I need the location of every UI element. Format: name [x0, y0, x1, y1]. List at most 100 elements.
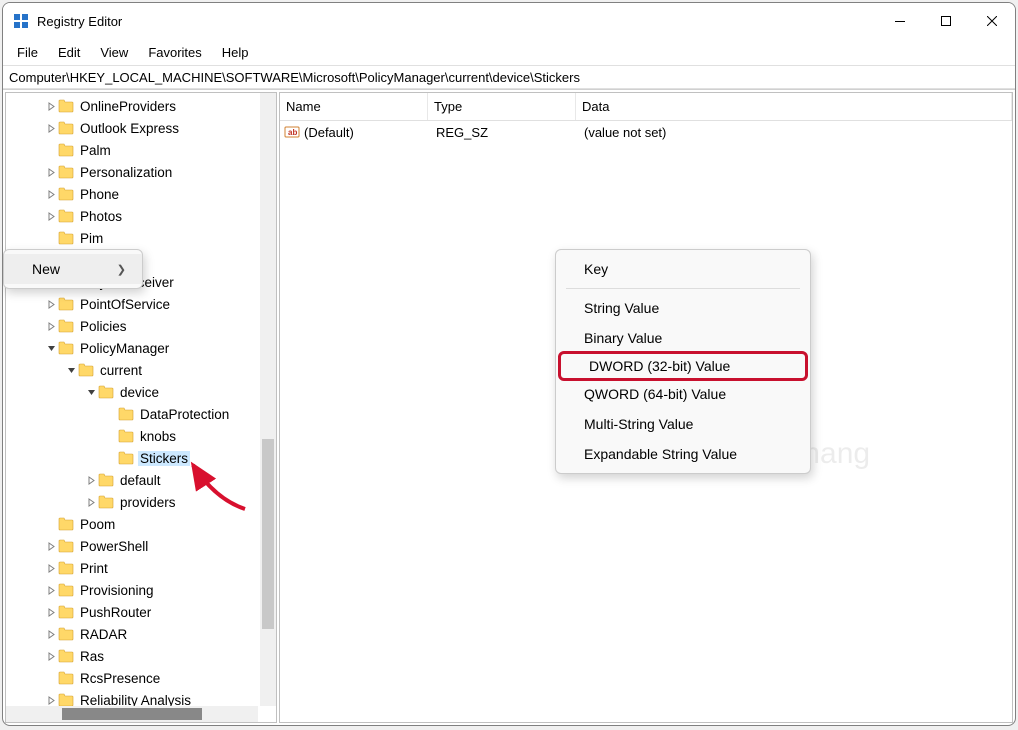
tree-node[interactable]: providers — [6, 491, 272, 513]
tree-node[interactable]: Pim — [6, 227, 272, 249]
tree-node[interactable]: default — [6, 469, 272, 491]
tree-node[interactable]: current — [6, 359, 272, 381]
tree-node[interactable]: Phone — [6, 183, 272, 205]
expand-icon[interactable] — [44, 539, 58, 553]
expand-icon[interactable] — [44, 583, 58, 597]
tree-node-label: DataProtection — [138, 407, 231, 422]
tree-node[interactable]: PowerShell — [6, 535, 272, 557]
tree-node[interactable]: Personalization — [6, 161, 272, 183]
tree-node[interactable]: Outlook Express — [6, 117, 272, 139]
value-type: REG_SZ — [430, 125, 578, 140]
expand-icon[interactable] — [44, 187, 58, 201]
folder-icon — [118, 451, 134, 465]
tree-node-label: Policies — [78, 319, 129, 334]
expand-icon[interactable] — [44, 319, 58, 333]
tree-node-label: Photos — [78, 209, 124, 224]
column-data[interactable]: Data — [576, 93, 1012, 120]
ctx-new[interactable]: New ❯ — [4, 254, 142, 284]
folder-icon — [78, 363, 94, 377]
expand-icon[interactable] — [84, 473, 98, 487]
maximize-icon — [941, 16, 951, 26]
ctx-key[interactable]: Key — [556, 254, 810, 284]
ctx-binary-value[interactable]: Binary Value — [556, 323, 810, 353]
folder-icon — [58, 561, 74, 575]
column-name[interactable]: Name — [280, 93, 428, 120]
expand-icon[interactable] — [44, 693, 58, 707]
close-button[interactable] — [969, 3, 1015, 39]
tree-node-label: Personalization — [78, 165, 174, 180]
collapse-icon[interactable] — [64, 363, 78, 377]
tree-node[interactable]: Palm — [6, 139, 272, 161]
menu-file[interactable]: File — [7, 41, 48, 64]
expand-icon[interactable] — [44, 209, 58, 223]
tree-node[interactable]: DataProtection — [6, 403, 272, 425]
column-type[interactable]: Type — [428, 93, 576, 120]
folder-icon — [58, 231, 74, 245]
expand-icon[interactable] — [44, 627, 58, 641]
menu-view[interactable]: View — [90, 41, 138, 64]
tree-node[interactable]: PushRouter — [6, 601, 272, 623]
ctx-dword-value[interactable]: DWORD (32-bit) Value — [558, 351, 808, 381]
tree-vscrollbar[interactable] — [260, 93, 276, 706]
expand-icon[interactable] — [44, 649, 58, 663]
tree-node[interactable]: Print — [6, 557, 272, 579]
folder-icon — [58, 693, 74, 707]
maximize-button[interactable] — [923, 3, 969, 39]
minimize-icon — [895, 21, 905, 22]
folder-icon — [118, 407, 134, 421]
tree-node[interactable]: PointOfService — [6, 293, 272, 315]
ctx-string-label: String Value — [584, 300, 659, 316]
window-controls — [877, 3, 1015, 39]
tree-scroll[interactable]: OnlineProvidersOutlook ExpressPalm Person… — [6, 93, 276, 722]
tree-vscroll-thumb[interactable] — [262, 439, 274, 629]
tree-node-label: RcsPresence — [78, 671, 162, 686]
tree-node[interactable]: Policies — [6, 315, 272, 337]
tree-node-label: PushRouter — [78, 605, 153, 620]
tree-node-label: device — [118, 385, 161, 400]
collapse-icon[interactable] — [84, 385, 98, 399]
tree-node[interactable]: PolicyManager — [6, 337, 272, 359]
expand-icon[interactable] — [44, 561, 58, 575]
address-bar[interactable]: Computer\HKEY_LOCAL_MACHINE\SOFTWARE\Mic… — [3, 65, 1015, 89]
expand-icon[interactable] — [44, 99, 58, 113]
ctx-new-label: New — [32, 261, 60, 277]
expand-icon[interactable] — [44, 605, 58, 619]
expand-icon[interactable] — [44, 297, 58, 311]
tree-node[interactable]: Stickers — [6, 447, 272, 469]
folder-icon — [98, 495, 114, 509]
ctx-qword-value[interactable]: QWORD (64-bit) Value — [556, 379, 810, 409]
tree-node[interactable]: knobs — [6, 425, 272, 447]
tree-node[interactable]: RcsPresence — [6, 667, 272, 689]
tree-node[interactable]: Poom — [6, 513, 272, 535]
tree-hscroll-thumb[interactable] — [62, 708, 202, 720]
registry-tree: OnlineProvidersOutlook ExpressPalm Person… — [6, 93, 276, 713]
tree-node-label: Stickers — [138, 451, 190, 466]
tree-node-label: PowerShell — [78, 539, 150, 554]
value-data: (value not set) — [578, 125, 1012, 140]
menu-edit[interactable]: Edit — [48, 41, 90, 64]
collapse-icon[interactable] — [44, 341, 58, 355]
tree-hscrollbar[interactable] — [6, 706, 258, 722]
ctx-string-value[interactable]: String Value — [556, 293, 810, 323]
menu-help[interactable]: Help — [212, 41, 259, 64]
app-window: Registry Editor File Edit View Favorites… — [2, 2, 1016, 726]
tree-node[interactable]: RADAR — [6, 623, 272, 645]
menu-favorites[interactable]: Favorites — [138, 41, 211, 64]
ctx-expandable-string-value[interactable]: Expandable String Value — [556, 439, 810, 469]
tree-node[interactable]: Ras — [6, 645, 272, 667]
tree-node[interactable]: Provisioning — [6, 579, 272, 601]
list-row[interactable]: ab (Default) REG_SZ (value not set) — [280, 121, 1012, 143]
tree-node[interactable]: Photos — [6, 205, 272, 227]
ctx-multi-string-value[interactable]: Multi-String Value — [556, 409, 810, 439]
ctx-multi-label: Multi-String Value — [584, 416, 693, 432]
folder-icon — [58, 517, 74, 531]
ctx-dword-label: DWORD (32-bit) Value — [589, 358, 730, 374]
expand-icon[interactable] — [84, 495, 98, 509]
minimize-button[interactable] — [877, 3, 923, 39]
tree-node-label: Provisioning — [78, 583, 156, 598]
expand-icon[interactable] — [44, 121, 58, 135]
ctx-separator — [566, 288, 800, 289]
tree-node[interactable]: OnlineProviders — [6, 95, 272, 117]
tree-node[interactable]: device — [6, 381, 272, 403]
expand-icon[interactable] — [44, 165, 58, 179]
